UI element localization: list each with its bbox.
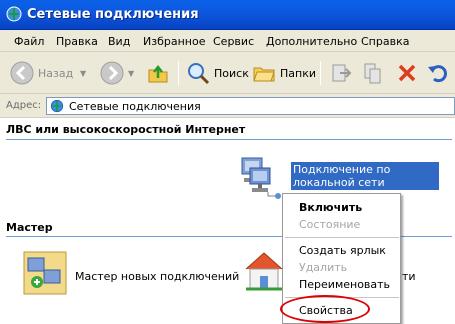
folders-button[interactable]: Папки	[252, 60, 316, 86]
folders-label: Папки	[280, 66, 316, 80]
toolbar-separator	[178, 61, 179, 85]
new-connection-wizard-icon[interactable]	[22, 250, 70, 298]
menu-file[interactable]: Файл	[14, 35, 44, 48]
up-folder-icon	[148, 64, 168, 83]
title-bar: Сетевые подключения	[0, 0, 455, 30]
copy-to-icon	[364, 63, 381, 84]
ctx-status: Состояние	[299, 218, 361, 231]
address-label: Адрес:	[6, 100, 42, 111]
back-dropdown-icon[interactable]: ▼	[80, 69, 86, 78]
home-network-wizard-icon[interactable]	[242, 249, 286, 295]
ctx-separator	[285, 237, 399, 238]
undo-button[interactable]	[426, 60, 450, 86]
ctx-enable[interactable]: Включить	[299, 201, 362, 214]
address-value: Сетевые подключения	[69, 100, 201, 113]
move-to-icon	[332, 64, 352, 82]
network-connections-icon	[6, 6, 22, 22]
search-label: Поиск	[214, 66, 249, 80]
address-field[interactable]: Сетевые подключения	[46, 97, 455, 115]
menu-help[interactable]: Справка	[361, 35, 409, 48]
menu-edit[interactable]: Правка	[56, 35, 98, 48]
forward-button[interactable]	[100, 60, 124, 86]
ctx-create-shortcut[interactable]: Создать ярлык	[299, 244, 386, 257]
forward-arrow-icon	[100, 61, 124, 85]
menu-advanced[interactable]: Дополнительно	[266, 35, 357, 48]
move-to-button[interactable]	[330, 60, 352, 86]
network-connections-icon	[50, 99, 64, 113]
toolbar-separator	[320, 61, 321, 85]
menu-favorites[interactable]: Избранное	[143, 35, 205, 48]
toolbar: Назад ▼ ▼ Поиск Папки	[0, 52, 455, 94]
window-title: Сетевые подключения	[27, 7, 199, 22]
group-divider	[6, 139, 452, 140]
ctx-rename[interactable]: Переименовать	[299, 278, 390, 291]
address-bar: Адрес: Сетевые подключения	[0, 94, 455, 118]
undo-icon	[428, 65, 447, 83]
home-network-wizard-label[interactable]: ти	[402, 270, 416, 283]
up-folder-button[interactable]	[146, 60, 170, 86]
folders-icon	[253, 67, 275, 82]
group-header-wizard: Мастер	[6, 221, 53, 234]
search-icon	[188, 63, 210, 85]
ctx-delete: Удалить	[299, 261, 348, 274]
group-header-lan: ЛВС или высокоскоростной Интернет	[6, 123, 246, 136]
delete-icon	[398, 64, 416, 82]
copy-to-button[interactable]	[362, 60, 384, 86]
menu-view[interactable]: Вид	[108, 35, 130, 48]
menu-bar: Файл Правка Вид Избранное Сервис Дополни…	[0, 30, 455, 52]
menu-tools[interactable]: Сервис	[213, 35, 254, 48]
back-arrow-icon	[10, 61, 34, 85]
search-button[interactable]: Поиск	[186, 60, 249, 86]
delete-button[interactable]	[396, 60, 418, 86]
new-connection-wizard-label[interactable]: Мастер новых подключений	[75, 270, 239, 283]
back-button[interactable]: Назад	[10, 60, 73, 86]
lan-connection-label[interactable]: Подключение по локальной сети	[291, 162, 439, 190]
highlight-ellipse	[280, 295, 370, 323]
back-label: Назад	[38, 66, 74, 80]
forward-dropdown-icon[interactable]: ▼	[128, 69, 134, 78]
